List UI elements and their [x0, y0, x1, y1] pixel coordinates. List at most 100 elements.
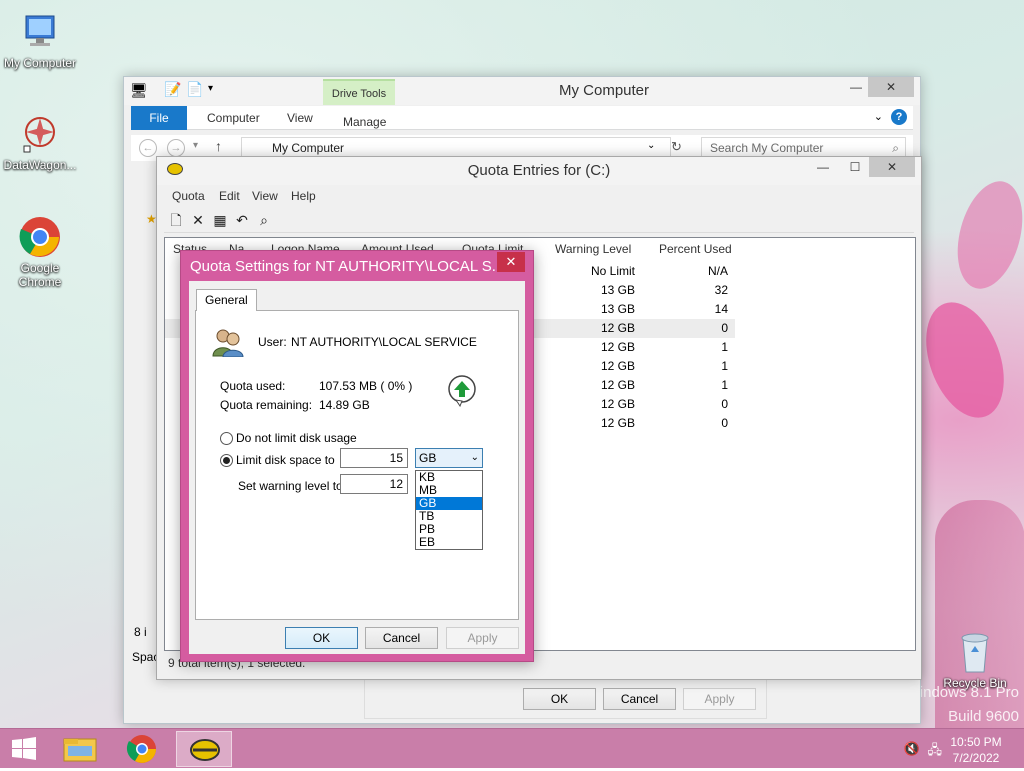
menu-bar: Quota Edit View Help	[164, 187, 914, 207]
warning-level-cell: 12 GB	[600, 416, 635, 430]
chevron-down-icon[interactable]: ⌄	[874, 110, 883, 123]
chevron-down-icon[interactable]: ▾	[193, 140, 198, 151]
close-button[interactable]: ✕	[868, 77, 914, 97]
limit-value-input[interactable]: 15	[340, 448, 408, 468]
quota-settings-dialog: Quota Settings for NT AUTHORITY\LOCAL S.…	[180, 250, 534, 662]
ok-button[interactable]: OK	[523, 688, 596, 710]
menu-view[interactable]: View	[252, 189, 278, 203]
limit-radio[interactable]	[220, 454, 233, 467]
clock-time[interactable]: 10:50 PM	[946, 735, 1006, 749]
desktop-icon-recycle-bin[interactable]: Recycle Bin	[935, 630, 1015, 690]
chevron-down-icon[interactable]: ▾	[208, 83, 213, 94]
properties-icon[interactable]: ▦	[212, 212, 228, 228]
close-button[interactable]: ✕	[869, 157, 915, 177]
chevron-down-icon[interactable]: ⌄	[647, 140, 655, 151]
menu-quota[interactable]: Quota	[172, 189, 205, 203]
no-limit-radio[interactable]	[220, 432, 233, 445]
recycle-bin-icon	[957, 630, 993, 674]
tab-file[interactable]: File	[131, 106, 187, 130]
menu-edit[interactable]: Edit	[219, 189, 240, 203]
volume-muted-icon[interactable]: 🔇	[904, 741, 920, 757]
percent-used-cell: N/A	[707, 264, 728, 278]
windows-icon	[12, 737, 36, 760]
desktop-icon-label: My Computer	[3, 56, 77, 70]
new-entry-icon[interactable]: 🗋	[168, 212, 184, 228]
tab-general[interactable]: General	[196, 289, 257, 311]
new-folder-icon[interactable]: 📄	[186, 81, 203, 98]
ribbon-tabs: File Computer View Manage ⌄ ?	[131, 106, 913, 130]
windows-watermark: Windows 8.1 Pro	[905, 684, 1019, 701]
taskbar: 🔇 🖧 10:50 PM 7/2/2022	[0, 728, 1024, 768]
percent-used-cell: 0	[721, 321, 728, 335]
up-icon[interactable]: ↑	[215, 138, 222, 154]
dialog-title: Quota Settings for NT AUTHORITY\LOCAL S.…	[190, 258, 495, 275]
drive-tools-label: Drive Tools	[323, 79, 395, 105]
network-icon[interactable]: 🖧	[928, 741, 943, 763]
tab-manage[interactable]: Manage	[329, 110, 400, 134]
percent-used-cell: 32	[714, 283, 728, 297]
refresh-icon[interactable]: ↻	[671, 139, 682, 155]
ok-button[interactable]: OK	[285, 627, 358, 649]
folder-icon	[63, 738, 97, 762]
percent-used-cell: 1	[721, 359, 728, 373]
warning-level-cell: 13 GB	[600, 283, 635, 297]
apply-button[interactable]: Apply	[683, 688, 756, 710]
desktop-icon-my-computer[interactable]: My Computer	[0, 10, 80, 70]
limit-unit-select[interactable]: GB ⌄	[415, 448, 483, 468]
percent-used-cell: 1	[721, 340, 728, 354]
close-button[interactable]: ✕	[497, 252, 525, 272]
search-placeholder: Search My Computer	[710, 141, 824, 155]
desktop-icon-datawagon[interactable]: DataWagon...	[0, 112, 80, 172]
wallpaper-petal	[911, 291, 1019, 429]
percent-used-cell: 0	[721, 416, 728, 430]
warning-level-label: Set warning level to	[238, 479, 343, 493]
unit-option[interactable]: EB	[416, 536, 482, 549]
menu-help[interactable]: Help	[291, 189, 316, 203]
warning-value-input[interactable]: 12	[340, 474, 408, 494]
percent-used-cell: 1	[721, 378, 728, 392]
quota-taskbar-button[interactable]	[176, 731, 232, 767]
chevron-down-icon: ⌄	[470, 452, 479, 463]
unit-dropdown-list[interactable]: KB MB GB TB PB EB	[415, 470, 483, 550]
col-warning-level[interactable]: Warning Level	[555, 242, 631, 256]
quota-titlebar[interactable]: Quota Entries for (C:) — ☐ ✕	[157, 157, 921, 185]
warning-level-cell: No Limit	[590, 264, 635, 278]
properties-icon[interactable]: 📝	[164, 81, 181, 98]
apply-button[interactable]: Apply	[446, 627, 519, 649]
warning-level-cell: 12 GB	[600, 378, 635, 392]
maximize-button[interactable]: ☐	[841, 157, 869, 177]
tab-view[interactable]: View	[273, 106, 327, 130]
address-text: My Computer	[272, 141, 345, 155]
percent-used-cell: 14	[714, 302, 728, 316]
chrome-taskbar-button[interactable]	[114, 731, 170, 767]
clock-date[interactable]: 7/2/2022	[946, 751, 1006, 765]
chrome-icon	[18, 215, 62, 259]
chrome-icon	[126, 735, 156, 763]
back-icon[interactable]: ←	[139, 139, 157, 157]
explorer-titlebar[interactable]: 🖥 📝 📄 ▾ My Computer — ✕	[124, 77, 920, 105]
undo-icon[interactable]: ↶	[234, 212, 250, 228]
datawagon-icon	[18, 112, 62, 156]
toolbar: 🗋 ✕ ▦ ↶ ⌕	[164, 209, 914, 233]
desktop-icon-label: DataWagon...	[3, 158, 77, 172]
cancel-button[interactable]: Cancel	[603, 688, 676, 710]
start-button[interactable]	[0, 731, 48, 767]
minimize-button[interactable]: —	[842, 77, 870, 97]
delete-icon[interactable]: ✕	[190, 212, 206, 228]
no-limit-label[interactable]: Do not limit disk usage	[236, 431, 357, 445]
col-percent-used[interactable]: Percent Used	[659, 242, 732, 256]
search-icon: ⌕	[892, 141, 899, 155]
minimize-button[interactable]: —	[809, 157, 837, 177]
quota-used-label: Quota used:	[220, 379, 286, 393]
help-icon[interactable]: ?	[891, 109, 907, 125]
desktop-icon-chrome[interactable]: Google Chrome	[0, 215, 80, 289]
quota-used-value: 107.53 MB ( 0% )	[319, 379, 413, 393]
file-explorer-taskbar-button[interactable]	[52, 731, 108, 767]
forward-icon[interactable]: →	[167, 139, 185, 157]
find-icon[interactable]: ⌕	[256, 212, 272, 228]
limit-unit-value: GB	[419, 451, 437, 465]
cancel-button[interactable]: Cancel	[365, 627, 438, 649]
warning-level-cell: 12 GB	[600, 397, 635, 411]
limit-label[interactable]: Limit disk space to	[236, 453, 335, 467]
tab-computer[interactable]: Computer	[193, 106, 274, 130]
